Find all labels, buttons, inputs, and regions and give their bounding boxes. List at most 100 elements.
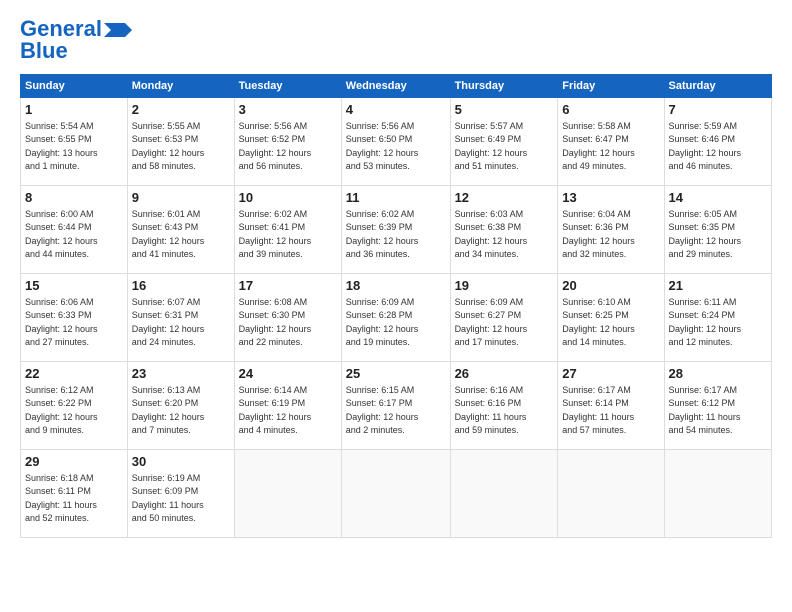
table-row: 15 Sunrise: 6:06 AM Sunset: 6:33 PM Dayli… (21, 274, 128, 362)
day-info: Sunrise: 6:00 AM Sunset: 6:44 PM Dayligh… (25, 209, 98, 260)
day-info: Sunrise: 6:15 AM Sunset: 6:17 PM Dayligh… (346, 385, 419, 436)
day-number: 7 (669, 101, 767, 119)
day-number: 15 (25, 277, 123, 295)
day-info: Sunrise: 5:58 AM Sunset: 6:47 PM Dayligh… (562, 121, 635, 172)
day-info: Sunrise: 6:13 AM Sunset: 6:20 PM Dayligh… (132, 385, 205, 436)
day-number: 9 (132, 189, 230, 207)
table-row: 6 Sunrise: 5:58 AM Sunset: 6:47 PM Daylig… (558, 98, 664, 186)
table-row: 4 Sunrise: 5:56 AM Sunset: 6:50 PM Daylig… (341, 98, 450, 186)
page: General Blue SundayMondayTuesdayWednesda… (0, 0, 792, 548)
day-info: Sunrise: 6:10 AM Sunset: 6:25 PM Dayligh… (562, 297, 635, 348)
table-row: 27 Sunrise: 6:17 AM Sunset: 6:14 PM Dayli… (558, 362, 664, 450)
logo: General Blue (20, 18, 132, 62)
day-info: Sunrise: 5:56 AM Sunset: 6:52 PM Dayligh… (239, 121, 312, 172)
table-row: 3 Sunrise: 5:56 AM Sunset: 6:52 PM Daylig… (234, 98, 341, 186)
col-header-saturday: Saturday (664, 75, 771, 98)
day-number: 14 (669, 189, 767, 207)
day-number: 10 (239, 189, 337, 207)
day-info: Sunrise: 6:17 AM Sunset: 6:14 PM Dayligh… (562, 385, 634, 436)
day-number: 25 (346, 365, 446, 383)
day-info: Sunrise: 6:12 AM Sunset: 6:22 PM Dayligh… (25, 385, 98, 436)
day-number: 3 (239, 101, 337, 119)
day-info: Sunrise: 6:04 AM Sunset: 6:36 PM Dayligh… (562, 209, 635, 260)
day-number: 12 (455, 189, 554, 207)
table-row: 18Sunrise: 6:09 AM Sunset: 6:28 PM Dayli… (341, 274, 450, 362)
table-row (450, 450, 558, 538)
day-number: 2 (132, 101, 230, 119)
table-row (664, 450, 771, 538)
day-number: 5 (455, 101, 554, 119)
day-number: 26 (455, 365, 554, 383)
table-row: 26Sunrise: 6:16 AM Sunset: 6:16 PM Dayli… (450, 362, 558, 450)
table-row: 11 Sunrise: 6:02 AM Sunset: 6:39 PM Dayli… (341, 186, 450, 274)
day-number: 23 (132, 365, 230, 383)
day-number: 13 (562, 189, 659, 207)
table-row: 1 Sunrise: 5:54 AM Sunset: 6:55 PM Daylig… (21, 98, 128, 186)
week-row-3: 15 Sunrise: 6:06 AM Sunset: 6:33 PM Dayli… (21, 274, 772, 362)
logo-blue-text: Blue (20, 40, 68, 62)
col-header-monday: Monday (127, 75, 234, 98)
table-row: 24 Sunrise: 6:14 AM Sunset: 6:19 PM Dayli… (234, 362, 341, 450)
day-number: 16 (132, 277, 230, 295)
day-info: Sunrise: 6:14 AM Sunset: 6:19 PM Dayligh… (239, 385, 312, 436)
table-row: 8 Sunrise: 6:00 AM Sunset: 6:44 PM Daylig… (21, 186, 128, 274)
day-info: Sunrise: 5:54 AM Sunset: 6:55 PM Dayligh… (25, 121, 98, 172)
table-row (558, 450, 664, 538)
day-info: Sunrise: 5:57 AM Sunset: 6:49 PM Dayligh… (455, 121, 528, 172)
day-number: 30 (132, 453, 230, 471)
logo-text: General (20, 18, 102, 40)
day-number: 22 (25, 365, 123, 383)
day-info: Sunrise: 6:03 AM Sunset: 6:38 PM Dayligh… (455, 209, 528, 260)
day-number: 1 (25, 101, 123, 119)
table-row: 30Sunrise: 6:19 AM Sunset: 6:09 PM Dayli… (127, 450, 234, 538)
day-number: 28 (669, 365, 767, 383)
day-info: Sunrise: 6:06 AM Sunset: 6:33 PM Dayligh… (25, 297, 98, 348)
table-row: 23 Sunrise: 6:13 AM Sunset: 6:20 PM Dayli… (127, 362, 234, 450)
day-info: Sunrise: 5:59 AM Sunset: 6:46 PM Dayligh… (669, 121, 742, 172)
week-row-1: 1 Sunrise: 5:54 AM Sunset: 6:55 PM Daylig… (21, 98, 772, 186)
day-number: 8 (25, 189, 123, 207)
table-row: 13 Sunrise: 6:04 AM Sunset: 6:36 PM Dayli… (558, 186, 664, 274)
day-info: Sunrise: 6:17 AM Sunset: 6:12 PM Dayligh… (669, 385, 741, 436)
day-number: 6 (562, 101, 659, 119)
header-row: SundayMondayTuesdayWednesdayThursdayFrid… (21, 75, 772, 98)
table-row: 22 Sunrise: 6:12 AM Sunset: 6:22 PM Dayli… (21, 362, 128, 450)
day-info: Sunrise: 6:07 AM Sunset: 6:31 PM Dayligh… (132, 297, 205, 348)
table-row: 19Sunrise: 6:09 AM Sunset: 6:27 PM Dayli… (450, 274, 558, 362)
day-info: Sunrise: 6:09 AM Sunset: 6:28 PM Dayligh… (346, 297, 419, 348)
day-info: Sunrise: 6:18 AM Sunset: 6:11 PM Dayligh… (25, 473, 97, 524)
table-row (234, 450, 341, 538)
day-info: Sunrise: 6:01 AM Sunset: 6:43 PM Dayligh… (132, 209, 205, 260)
day-number: 19 (455, 277, 554, 295)
calendar-table: SundayMondayTuesdayWednesdayThursdayFrid… (20, 74, 772, 538)
week-row-4: 22 Sunrise: 6:12 AM Sunset: 6:22 PM Dayli… (21, 362, 772, 450)
table-row: 10 Sunrise: 6:02 AM Sunset: 6:41 PM Dayli… (234, 186, 341, 274)
col-header-thursday: Thursday (450, 75, 558, 98)
day-number: 4 (346, 101, 446, 119)
day-info: Sunrise: 6:08 AM Sunset: 6:30 PM Dayligh… (239, 297, 312, 348)
day-info: Sunrise: 6:02 AM Sunset: 6:41 PM Dayligh… (239, 209, 312, 260)
table-row: 25 Sunrise: 6:15 AM Sunset: 6:17 PM Dayli… (341, 362, 450, 450)
table-row: 20 Sunrise: 6:10 AM Sunset: 6:25 PM Dayli… (558, 274, 664, 362)
day-number: 29 (25, 453, 123, 471)
day-number: 20 (562, 277, 659, 295)
week-row-5: 29 Sunrise: 6:18 AM Sunset: 6:11 PM Dayli… (21, 450, 772, 538)
day-info: Sunrise: 6:11 AM Sunset: 6:24 PM Dayligh… (669, 297, 742, 348)
table-row: 12 Sunrise: 6:03 AM Sunset: 6:38 PM Dayli… (450, 186, 558, 274)
table-row: 7 Sunrise: 5:59 AM Sunset: 6:46 PM Daylig… (664, 98, 771, 186)
day-info: Sunrise: 5:56 AM Sunset: 6:50 PM Dayligh… (346, 121, 419, 172)
table-row: 16 Sunrise: 6:07 AM Sunset: 6:31 PM Dayli… (127, 274, 234, 362)
day-number: 11 (346, 189, 446, 207)
table-row: 21Sunrise: 6:11 AM Sunset: 6:24 PM Dayli… (664, 274, 771, 362)
day-number: 24 (239, 365, 337, 383)
week-row-2: 8 Sunrise: 6:00 AM Sunset: 6:44 PM Daylig… (21, 186, 772, 274)
logo-icon (104, 23, 132, 37)
day-info: Sunrise: 5:55 AM Sunset: 6:53 PM Dayligh… (132, 121, 205, 172)
day-info: Sunrise: 6:02 AM Sunset: 6:39 PM Dayligh… (346, 209, 419, 260)
table-row: 2 Sunrise: 5:55 AM Sunset: 6:53 PM Daylig… (127, 98, 234, 186)
day-number: 27 (562, 365, 659, 383)
col-header-sunday: Sunday (21, 75, 128, 98)
col-header-friday: Friday (558, 75, 664, 98)
table-row: 9 Sunrise: 6:01 AM Sunset: 6:43 PM Daylig… (127, 186, 234, 274)
day-number: 17 (239, 277, 337, 295)
